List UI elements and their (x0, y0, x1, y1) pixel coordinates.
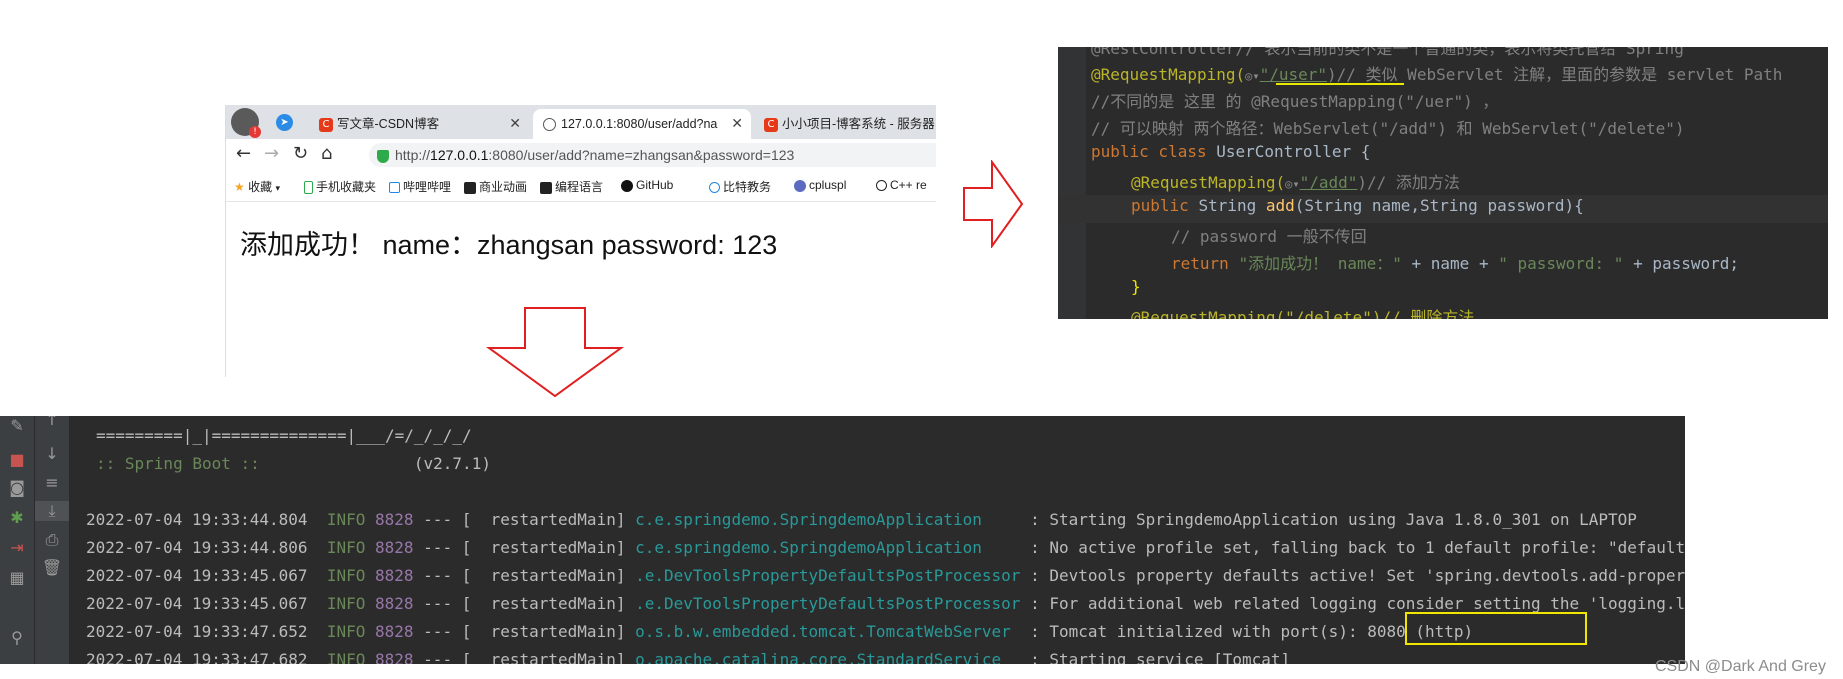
bookmark-programming[interactable]: 编程语言 (540, 178, 603, 195)
code-line-class-mapping: @RequestMapping(◎▾"/user")// 类似 WebServl… (1091, 65, 1783, 84)
print-icon[interactable]: ⎙ (35, 530, 69, 550)
github-icon (621, 179, 633, 192)
csdn-favicon-icon: C (319, 117, 333, 132)
tv-icon (389, 182, 400, 194)
security-shield-icon (377, 149, 389, 163)
watermark-text: CSDN @Dark And Grey (1655, 658, 1826, 675)
cplusplus-icon (794, 179, 806, 192)
url-prefix: http:// (395, 147, 431, 163)
code-line-class-decl: public class UserController { (1091, 142, 1371, 161)
link-icon (709, 182, 720, 194)
stop-icon[interactable]: ■ (0, 450, 34, 469)
code-line-delete-mapping: @RequestMapping("/delete")// 删除方法 (1131, 308, 1475, 319)
code-line-close-brace: } (1131, 277, 1141, 296)
code-line-method-decl: public String add(String name,String pas… (1131, 196, 1584, 215)
down-arrow-icon (485, 307, 625, 398)
tab-label: 127.0.0.1:8080/user/add?na (561, 117, 718, 131)
tab-csdn-write[interactable]: C 写文章-CSDN博客 ✕ (311, 109, 529, 139)
log-row: 2022-07-04 19:33:47.652 INFO 8828 --- [ … (86, 622, 1474, 641)
globe-icon (543, 118, 556, 132)
bookmark-bilibili[interactable]: 哔哩哔哩 (389, 178, 451, 195)
code-icon (540, 181, 552, 194)
code-line-comment-1: //不同的是 这里 的 @RequestMapping("/uer") ， (1091, 92, 1499, 111)
profile-avatar[interactable]: ! (231, 108, 261, 138)
code-line-comment-2: // 可以映射 两个路径：WebServlet("/add") 和 WebSer… (1091, 119, 1685, 138)
spring-banner-line: =========|_|==============|___/=/_/_/_/ (96, 426, 472, 445)
chevron-down-icon: ▾ (275, 183, 280, 193)
tab-bar: ! ➤ C 写文章-CSDN博客 ✕ 127.0.0.1:8080/user/ad… (226, 105, 936, 139)
home-icon[interactable]: ⌂ (321, 143, 332, 164)
address-bar[interactable]: http://127.0.0.1:8080/user/add?name=zhan… (369, 143, 936, 167)
phone-icon (304, 181, 313, 195)
code-line-comment-3: // password 一般不传回 (1171, 227, 1367, 246)
response-text: 添加成功！ name：zhangsan password: 123 (240, 230, 778, 260)
highlight-underline (1276, 83, 1404, 85)
bookmark-anime[interactable]: 商业动画 (464, 178, 527, 195)
pin-icon[interactable]: ⚲ (0, 628, 34, 647)
spring-boot-version-line: :: Spring Boot :: (v2.7.1) (96, 454, 491, 473)
soft-wrap-icon[interactable]: ≡ (35, 473, 69, 492)
tab-label: 写文章-CSDN博客 (337, 117, 440, 131)
star-icon: ★ (234, 180, 245, 194)
browser-toolbar: ← → ↻ ⌂ http://127.0.0.1:8080/user/add?n… (226, 139, 936, 171)
forward-arrow-icon[interactable]: → (264, 143, 279, 164)
bookmarks-bar: ★ 收藏 ▾ 手机收藏夹 哔哩哔哩 商业动画 编程语言 GitHub 比特教务 … (226, 171, 936, 202)
debug-bug-icon[interactable]: ✱ (0, 508, 34, 527)
tab-user-add[interactable]: 127.0.0.1:8080/user/add?na ✕ (533, 109, 751, 139)
telegram-icon[interactable]: ➤ (276, 114, 293, 131)
trash-icon[interactable]: 🗑 (35, 558, 69, 577)
run-console[interactable]: ✎ ■ ◙ ✱ ⇥ ▦ ⚲ ↑ ↓ ≡ ⤓ ⎙ 🗑 =========|_|==… (0, 416, 1685, 664)
scroll-to-end-icon[interactable]: ⤓ (35, 501, 69, 521)
log-row: 2022-07-04 19:33:44.804 INFO 8828 --- [ … (86, 510, 1637, 529)
exit-icon[interactable]: ⇥ (0, 538, 34, 557)
tab-blog-project[interactable]: C 小小项目-博客系统 - 服务器 (756, 109, 936, 139)
code-line-method-mapping: @RequestMapping(◎▾"/add")// 添加方法 (1131, 173, 1460, 192)
bookmark-bit[interactable]: 比特教务 (709, 178, 771, 195)
csdn-favicon-icon: C (764, 117, 778, 132)
cppref-icon (876, 180, 887, 192)
url-rest: :8080/user/add?name=zhangsan&password=12… (488, 147, 795, 163)
console-left-toolbar: ✎ ■ ◙ ✱ ⇥ ▦ ⚲ (0, 416, 34, 664)
camera-icon[interactable]: ◙ (0, 478, 34, 497)
scroll-up-icon[interactable]: ↑ (35, 416, 69, 429)
tab-close-icon[interactable]: ✕ (509, 109, 521, 139)
tab-close-icon[interactable]: ✕ (731, 109, 743, 139)
code-line-restcontroller: @RestController// 表示当前的类不是一个普通的类，表示将类托管给… (1091, 47, 1684, 58)
layout-icon[interactable]: ▦ (0, 568, 34, 587)
wrench-icon[interactable]: ✎ (0, 416, 34, 435)
scroll-down-icon[interactable]: ↓ (35, 444, 69, 463)
bookmark-favorites[interactable]: ★ 收藏 ▾ (234, 178, 280, 195)
bookmark-cppref[interactable]: C++ re (876, 178, 927, 192)
alert-badge-icon: ! (249, 126, 261, 138)
bookmark-cplusplus[interactable]: cpluspl (794, 178, 846, 192)
log-row: 2022-07-04 19:33:47.682 INFO 8828 --- [ … (86, 650, 1291, 664)
reload-icon[interactable]: ↻ (293, 143, 308, 164)
port-highlight-box (1405, 612, 1587, 645)
log-row: 2022-07-04 19:33:44.806 INFO 8828 --- [ … (86, 538, 1685, 557)
tab-label: 小小项目-博客系统 - 服务器 (782, 117, 935, 131)
log-row: 2022-07-04 19:33:45.067 INFO 8828 --- [ … (86, 566, 1685, 585)
right-arrow-icon (963, 160, 1024, 248)
globe-icon: ◎▾ (1285, 177, 1300, 191)
code-editor[interactable]: @RestController// 表示当前的类不是一个普通的类，表示将类托管给… (1058, 47, 1828, 319)
editor-gutter (1058, 47, 1086, 319)
bookmark-github[interactable]: GitHub (621, 178, 673, 192)
bookmark-mobile[interactable]: 手机收藏夹 (304, 178, 376, 195)
console-right-toolbar: ↑ ↓ ≡ ⤓ ⎙ 🗑 (34, 416, 69, 664)
back-arrow-icon[interactable]: ← (236, 143, 251, 164)
log-row: 2022-07-04 19:33:45.067 INFO 8828 --- [ … (86, 594, 1685, 613)
film-icon (464, 181, 476, 194)
url-host: 127.0.0.1 (430, 147, 489, 163)
globe-icon: ◎▾ (1245, 69, 1260, 83)
code-line-return: return "添加成功！ name：" + name + " password… (1171, 254, 1740, 273)
